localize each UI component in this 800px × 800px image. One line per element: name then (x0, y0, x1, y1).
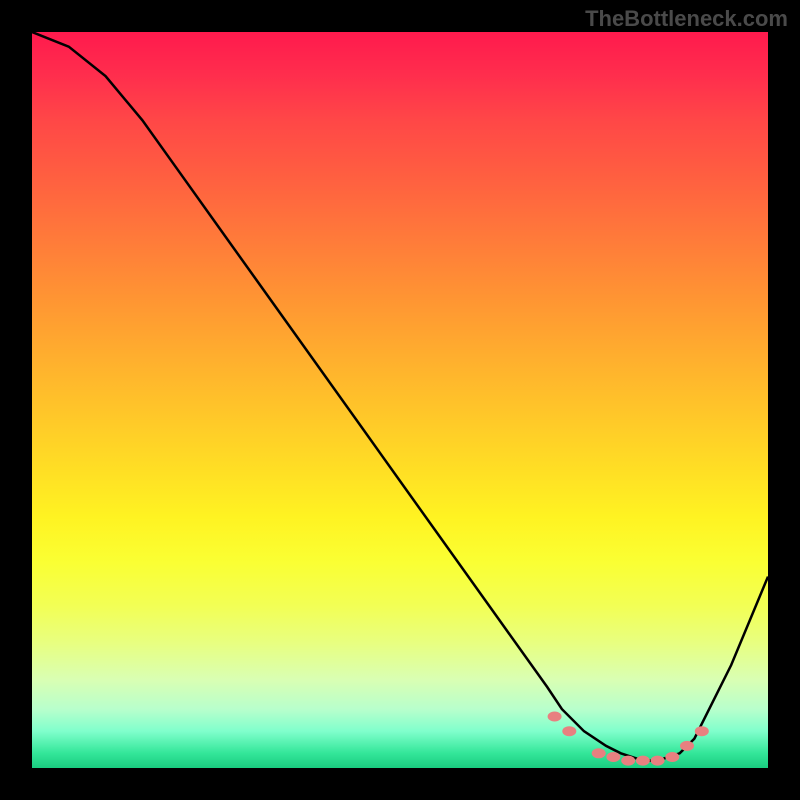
marker-dot (592, 748, 606, 758)
plot-area (32, 32, 768, 768)
marker-dot (665, 752, 679, 762)
curve-svg (32, 32, 768, 768)
marker-dot (621, 756, 635, 766)
chart-container: TheBottleneck.com (0, 0, 800, 800)
marker-dot (548, 712, 562, 722)
marker-dot (636, 756, 650, 766)
marker-dot (562, 726, 576, 736)
marker-dot (680, 741, 694, 751)
marker-dot (651, 756, 665, 766)
bottleneck-curve (32, 32, 768, 761)
watermark-text: TheBottleneck.com (585, 6, 788, 32)
curve-path (32, 32, 768, 761)
marker-dot (695, 726, 709, 736)
marker-dot (606, 752, 620, 762)
